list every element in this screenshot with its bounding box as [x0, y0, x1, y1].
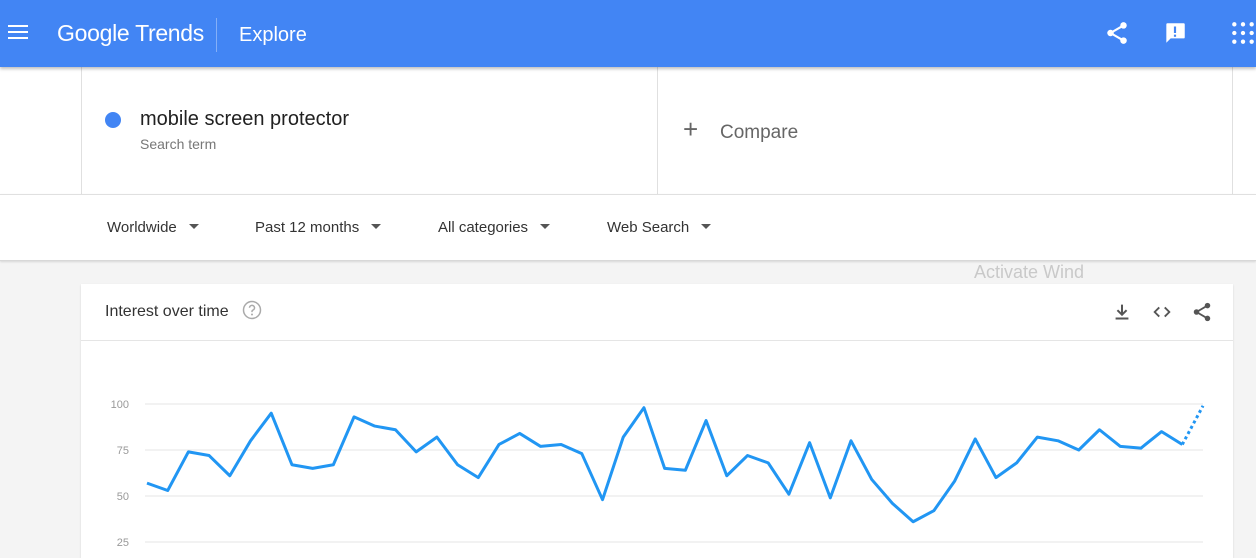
google-trends-logo[interactable]: Google Trends — [57, 20, 204, 47]
category-label: All categories — [438, 219, 529, 236]
term-color-dot — [105, 112, 121, 128]
compare-button[interactable]: + Compare — [657, 67, 1233, 194]
chevron-down-icon — [371, 223, 382, 229]
menu-icon[interactable] — [8, 25, 28, 41]
top-app-bar: Google Trends Explore — [0, 0, 1256, 67]
card-header: Interest over time — [81, 284, 1233, 341]
help-icon[interactable] — [242, 300, 262, 320]
series-line — [146, 406, 1184, 524]
share-icon[interactable] — [1104, 20, 1130, 46]
plus-icon: + — [683, 114, 699, 144]
search-term-card[interactable]: mobile screen protector Search term — [81, 67, 658, 194]
y-tick-label: 100 — [111, 399, 129, 411]
share-icon[interactable] — [1191, 301, 1213, 323]
region-dropdown[interactable]: Worldwide — [107, 219, 199, 236]
download-icon[interactable] — [1111, 301, 1133, 323]
search-term-name[interactable]: mobile screen protector — [140, 108, 349, 131]
compare-label: Compare — [720, 122, 799, 143]
search-type-dropdown[interactable]: Web Search — [607, 219, 712, 236]
embed-icon[interactable] — [1151, 301, 1173, 323]
time-range-label: Past 12 months — [255, 219, 360, 236]
y-tick-label: 25 — [117, 537, 129, 549]
search-terms-row: mobile screen protector Search term + Co… — [0, 67, 1256, 194]
filter-bar: Worldwide Past 12 months All categories … — [0, 194, 1256, 261]
card-title: Interest over time — [105, 303, 229, 320]
header-divider — [216, 18, 217, 52]
logo-google: Google — [57, 20, 130, 46]
line-chart: 100 75 50 25 — [111, 399, 1205, 549]
chevron-down-icon — [188, 223, 199, 229]
y-tick-label: 50 — [117, 491, 129, 503]
y-tick-label: 75 — [117, 445, 129, 457]
search-term-type: Search term — [140, 136, 217, 152]
search-type-label: Web Search — [607, 219, 690, 236]
os-activation-watermark: Activate Wind — [974, 262, 1085, 282]
chevron-down-icon — [540, 223, 551, 229]
apps-icon[interactable] — [1230, 20, 1256, 46]
time-range-dropdown[interactable]: Past 12 months — [255, 219, 382, 236]
chevron-down-icon — [701, 223, 712, 229]
region-label: Worldwide — [107, 219, 177, 236]
interest-over-time-card: Interest over time 100 75 50 25 — [81, 284, 1233, 558]
category-dropdown[interactable]: All categories — [438, 219, 551, 236]
logo-trends: Trends — [135, 20, 204, 46]
series-line-partial — [1180, 405, 1205, 446]
page-title: Explore — [239, 24, 307, 46]
feedback-icon[interactable] — [1162, 20, 1188, 46]
